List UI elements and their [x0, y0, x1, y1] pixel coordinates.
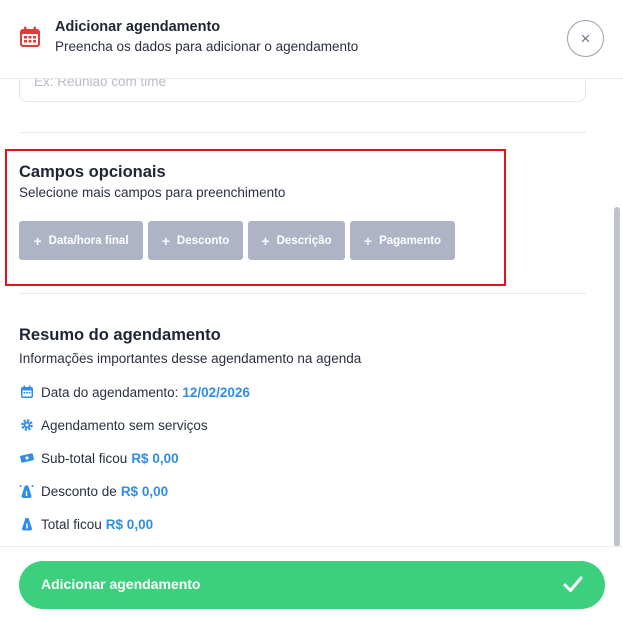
- chip-label: Desconto: [176, 234, 230, 247]
- calendar-icon: [20, 26, 40, 47]
- modal-body: Ex: Reunião com time Campos opcionais Se…: [0, 79, 623, 546]
- optional-fields-subtitle: Selecione mais campos para preenchimento: [19, 185, 286, 200]
- summary-row-value: 12/02/2026: [182, 384, 250, 400]
- summary-row-date: Data do agendamento: 12/02/2026: [19, 382, 250, 402]
- plus-icon: +: [161, 232, 170, 249]
- calendar-icon: [19, 385, 34, 400]
- summary-row-value: R$ 0,00: [105, 516, 154, 532]
- chip-description[interactable]: + Descrição: [248, 221, 345, 260]
- summary-row-value: R$ 0,00: [120, 483, 169, 499]
- money-bag-icon: [19, 517, 34, 532]
- chip-label: Descrição: [276, 234, 332, 247]
- scrollbar[interactable]: [614, 207, 620, 546]
- summary-subtitle: Informações importantes desse agendament…: [19, 351, 362, 366]
- modal-title: Adicionar agendamento: [55, 19, 221, 35]
- summary-row-label: Agendamento sem serviços: [41, 417, 208, 433]
- summary-row-label: Data do agendamento:: [41, 384, 179, 400]
- summary-row-label: Desconto de: [41, 483, 117, 499]
- plus-icon: +: [261, 232, 270, 249]
- chip-label: Data/hora final: [48, 234, 129, 247]
- add-appointment-button[interactable]: Adicionar agendamento: [19, 561, 605, 609]
- gear-icon: [19, 418, 34, 433]
- chip-end-datetime[interactable]: + Data/hora final: [19, 221, 143, 260]
- summary-row-total: Total ficou R$ 0,00: [19, 514, 153, 534]
- add-appointment-label: Adicionar agendamento: [41, 576, 201, 592]
- discount-bag-icon: [19, 484, 34, 499]
- close-icon: ×: [580, 28, 591, 48]
- summary-row-label: Total ficou: [41, 516, 102, 532]
- summary-title: Resumo do agendamento: [19, 326, 221, 344]
- modal-footer: Adicionar agendamento: [0, 546, 623, 617]
- modal-subtitle: Preencha os dados para adicionar o agend…: [55, 39, 359, 54]
- divider: [19, 293, 586, 294]
- chip-discount[interactable]: + Desconto: [148, 221, 243, 260]
- summary-row-discount: Desconto de R$ 0,00: [19, 481, 168, 501]
- close-button[interactable]: ×: [567, 20, 604, 57]
- check-icon: [563, 576, 583, 592]
- summary-row-value: R$ 0,00: [131, 450, 179, 466]
- modal-header: Adicionar agendamento Preencha os dados …: [0, 0, 623, 79]
- chip-payment[interactable]: + Pagamento: [350, 221, 455, 260]
- divider: [19, 132, 586, 133]
- plus-icon: +: [33, 232, 42, 249]
- summary-row-subtotal: Sub-total ficou R$ 0,00: [19, 448, 179, 468]
- summary-row-services: Agendamento sem serviços: [19, 415, 208, 435]
- title-input[interactable]: Ex: Reunião com time: [19, 79, 586, 102]
- money-icon: [19, 451, 34, 466]
- optional-fields-title: Campos opcionais: [19, 163, 166, 181]
- plus-icon: +: [363, 232, 373, 249]
- chip-label: Pagamento: [379, 234, 442, 247]
- title-input-placeholder: Ex: Reunião com time: [34, 79, 167, 89]
- summary-row-label: Sub-total ficou: [41, 450, 128, 466]
